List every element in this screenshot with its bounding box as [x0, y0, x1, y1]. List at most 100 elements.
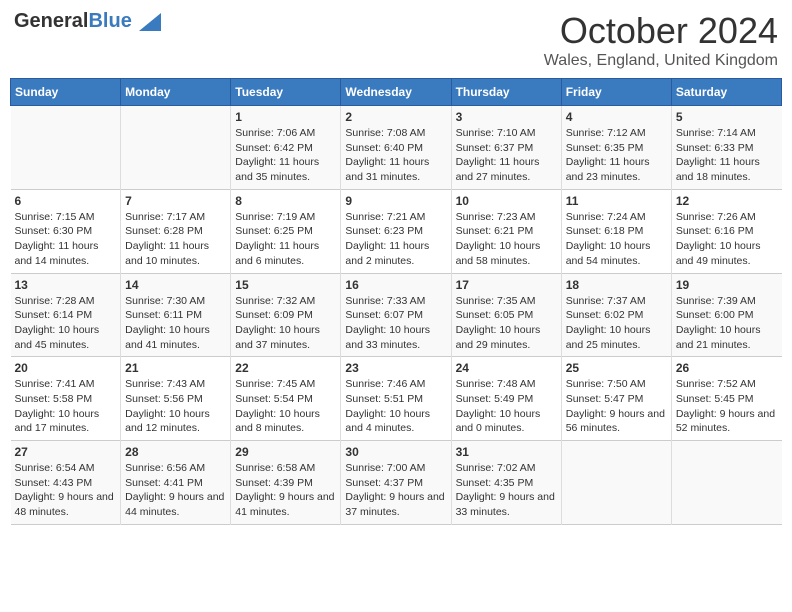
logo-general: General [14, 10, 88, 32]
header-row: Sunday Monday Tuesday Wednesday Thursday… [11, 79, 782, 106]
day-number: 8 [235, 194, 336, 208]
day-info: Sunrise: 7:08 AMSunset: 6:40 PMDaylight:… [345, 126, 446, 185]
calendar-cell: 1Sunrise: 7:06 AMSunset: 6:42 PMDaylight… [231, 106, 341, 190]
header-thursday: Thursday [451, 79, 561, 106]
calendar-week-3: 13 Sunrise: 7:28 AMSunset: 6:14 PMDayligh… [11, 273, 782, 357]
calendar-cell: 4 Sunrise: 7:12 AMSunset: 6:35 PMDaylight… [561, 106, 671, 190]
day-number: 19 [676, 278, 778, 292]
day-number: 24 [456, 361, 557, 375]
calendar-cell [561, 441, 671, 525]
calendar-cell: 29Sunrise: 6:58 AMSunset: 4:39 PMDayligh… [231, 441, 341, 525]
calendar-cell: 11 Sunrise: 7:24 AMSunset: 6:18 PMDayligh… [561, 189, 671, 273]
calendar-cell: 2 Sunrise: 7:08 AMSunset: 6:40 PMDaylight… [341, 106, 451, 190]
day-number: 16 [345, 278, 446, 292]
day-info: Sunrise: 7:26 AMSunset: 6:16 PMDaylight:… [676, 210, 778, 269]
day-info: Sunrise: 6:54 AMSunset: 4:43 PMDaylight:… [15, 461, 117, 520]
calendar-cell [121, 106, 231, 190]
calendar-cell: 14 Sunrise: 7:30 AMSunset: 6:11 PMDayligh… [121, 273, 231, 357]
calendar-cell: 31Sunrise: 7:02 AMSunset: 4:35 PMDayligh… [451, 441, 561, 525]
day-number: 30 [345, 445, 446, 459]
day-number: 15 [235, 278, 336, 292]
day-number: 22 [235, 361, 336, 375]
day-info: Sunrise: 7:32 AMSunset: 6:09 PMDaylight:… [235, 294, 336, 353]
calendar-cell: 15 Sunrise: 7:32 AMSunset: 6:09 PMDayligh… [231, 273, 341, 357]
day-number: 13 [15, 278, 117, 292]
calendar-cell [11, 106, 121, 190]
header-sunday: Sunday [11, 79, 121, 106]
day-number: 17 [456, 278, 557, 292]
logo-blue: Blue [88, 10, 131, 32]
calendar-cell: 24 Sunrise: 7:48 AMSunset: 5:49 PMDayligh… [451, 357, 561, 441]
day-number: 14 [125, 278, 226, 292]
calendar-cell: 16 Sunrise: 7:33 AMSunset: 6:07 PMDayligh… [341, 273, 451, 357]
day-number: 1 [235, 110, 336, 124]
day-number: 6 [15, 194, 117, 208]
calendar-cell: 23 Sunrise: 7:46 AMSunset: 5:51 PMDayligh… [341, 357, 451, 441]
header-wednesday: Wednesday [341, 79, 451, 106]
day-info: Sunrise: 7:48 AMSunset: 5:49 PMDaylight:… [456, 377, 557, 436]
calendar-week-4: 20 Sunrise: 7:41 AMSunset: 5:58 PMDayligh… [11, 357, 782, 441]
day-number: 4 [566, 110, 667, 124]
day-info: Sunrise: 7:28 AMSunset: 6:14 PMDaylight:… [15, 294, 117, 353]
day-number: 12 [676, 194, 778, 208]
day-info: Sunrise: 7:33 AMSunset: 6:07 PMDaylight:… [345, 294, 446, 353]
day-number: 28 [125, 445, 226, 459]
calendar-cell: 3 Sunrise: 7:10 AMSunset: 6:37 PMDaylight… [451, 106, 561, 190]
header-friday: Friday [561, 79, 671, 106]
calendar-cell: 19 Sunrise: 7:39 AMSunset: 6:00 PMDayligh… [671, 273, 781, 357]
day-info: Sunrise: 7:24 AMSunset: 6:18 PMDaylight:… [566, 210, 667, 269]
day-info: Sunrise: 7:19 AMSunset: 6:25 PMDaylight:… [235, 210, 336, 269]
day-number: 29 [235, 445, 336, 459]
logo: GeneralBlue [14, 10, 161, 32]
day-number: 21 [125, 361, 226, 375]
day-info: Sunrise: 7:46 AMSunset: 5:51 PMDaylight:… [345, 377, 446, 436]
day-info: Sunrise: 7:17 AMSunset: 6:28 PMDaylight:… [125, 210, 226, 269]
calendar-cell [671, 441, 781, 525]
day-info: Sunrise: 7:41 AMSunset: 5:58 PMDaylight:… [15, 377, 117, 436]
month-title: October 2024 [544, 10, 778, 52]
day-info: Sunrise: 7:10 AMSunset: 6:37 PMDaylight:… [456, 126, 557, 185]
calendar-cell: 22 Sunrise: 7:45 AMSunset: 5:54 PMDayligh… [231, 357, 341, 441]
day-info: Sunrise: 7:39 AMSunset: 6:00 PMDaylight:… [676, 294, 778, 353]
day-number: 27 [15, 445, 117, 459]
day-number: 7 [125, 194, 226, 208]
header-saturday: Saturday [671, 79, 781, 106]
calendar-cell: 10Sunrise: 7:23 AMSunset: 6:21 PMDayligh… [451, 189, 561, 273]
day-info: Sunrise: 7:45 AMSunset: 5:54 PMDaylight:… [235, 377, 336, 436]
day-info: Sunrise: 7:35 AMSunset: 6:05 PMDaylight:… [456, 294, 557, 353]
calendar-week-1: 1Sunrise: 7:06 AMSunset: 6:42 PMDaylight… [11, 106, 782, 190]
day-info: Sunrise: 7:14 AMSunset: 6:33 PMDaylight:… [676, 126, 778, 185]
calendar-cell: 8 Sunrise: 7:19 AMSunset: 6:25 PMDaylight… [231, 189, 341, 273]
day-info: Sunrise: 7:02 AMSunset: 4:35 PMDaylight:… [456, 461, 557, 520]
day-info: Sunrise: 7:23 AMSunset: 6:21 PMDaylight:… [456, 210, 557, 269]
logo-icon [139, 13, 161, 31]
location: Wales, England, United Kingdom [544, 52, 778, 70]
calendar-cell: 9Sunrise: 7:21 AMSunset: 6:23 PMDaylight… [341, 189, 451, 273]
day-number: 23 [345, 361, 446, 375]
calendar-cell: 5Sunrise: 7:14 AMSunset: 6:33 PMDaylight… [671, 106, 781, 190]
calendar-cell: 17 Sunrise: 7:35 AMSunset: 6:05 PMDayligh… [451, 273, 561, 357]
day-number: 3 [456, 110, 557, 124]
day-info: Sunrise: 7:52 AMSunset: 5:45 PMDaylight:… [676, 377, 778, 436]
day-info: Sunrise: 6:56 AMSunset: 4:41 PMDaylight:… [125, 461, 226, 520]
calendar-cell: 18Sunrise: 7:37 AMSunset: 6:02 PMDayligh… [561, 273, 671, 357]
header-monday: Monday [121, 79, 231, 106]
day-info: Sunrise: 7:30 AMSunset: 6:11 PMDaylight:… [125, 294, 226, 353]
day-number: 2 [345, 110, 446, 124]
calendar-cell: 21Sunrise: 7:43 AMSunset: 5:56 PMDayligh… [121, 357, 231, 441]
title-area: October 2024 Wales, England, United King… [544, 10, 778, 70]
calendar-cell: 20 Sunrise: 7:41 AMSunset: 5:58 PMDayligh… [11, 357, 121, 441]
day-number: 25 [566, 361, 667, 375]
calendar-cell: 6Sunrise: 7:15 AMSunset: 6:30 PMDaylight… [11, 189, 121, 273]
day-number: 20 [15, 361, 117, 375]
calendar-cell: 7 Sunrise: 7:17 AMSunset: 6:28 PMDaylight… [121, 189, 231, 273]
day-number: 11 [566, 194, 667, 208]
page-header: GeneralBlue October 2024 Wales, England,… [10, 10, 782, 70]
calendar-header: Sunday Monday Tuesday Wednesday Thursday… [11, 79, 782, 106]
calendar-week-2: 6Sunrise: 7:15 AMSunset: 6:30 PMDaylight… [11, 189, 782, 273]
calendar-week-5: 27 Sunrise: 6:54 AMSunset: 4:43 PMDayligh… [11, 441, 782, 525]
day-info: Sunrise: 7:00 AMSunset: 4:37 PMDaylight:… [345, 461, 446, 520]
day-info: Sunrise: 7:12 AMSunset: 6:35 PMDaylight:… [566, 126, 667, 185]
calendar-cell: 12 Sunrise: 7:26 AMSunset: 6:16 PMDayligh… [671, 189, 781, 273]
day-number: 18 [566, 278, 667, 292]
